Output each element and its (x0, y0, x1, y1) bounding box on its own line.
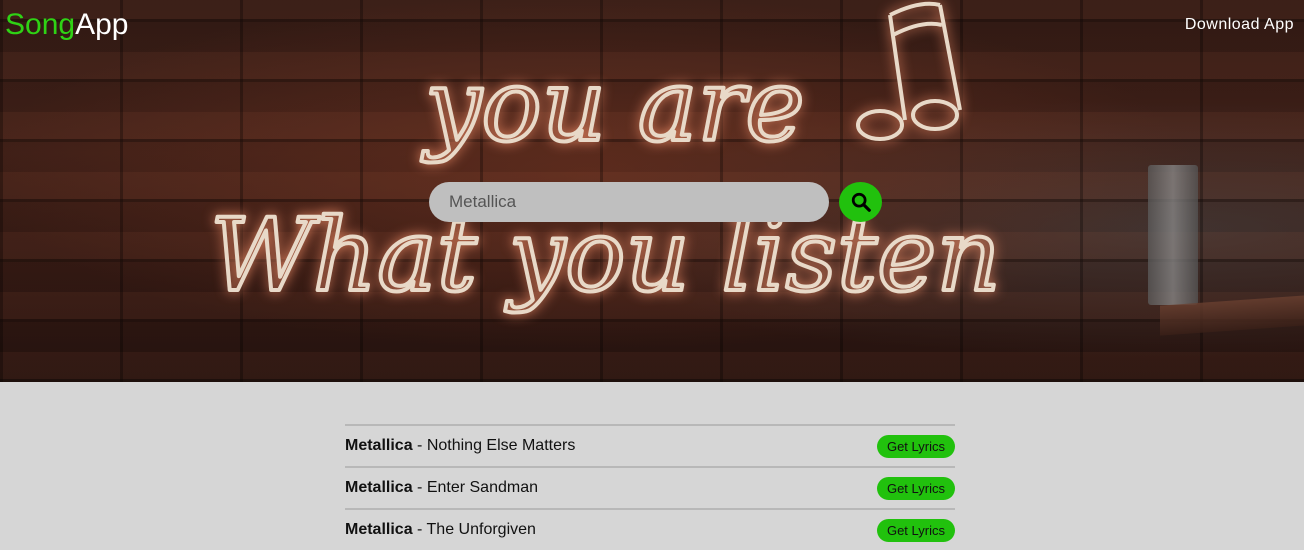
logo-app-text: App (75, 8, 129, 41)
download-app-link[interactable]: Download App (1185, 16, 1294, 34)
search-icon (851, 192, 871, 212)
search-button[interactable] (839, 182, 882, 222)
get-lyrics-button[interactable]: Get Lyrics (876, 476, 955, 500)
result-song: Enter Sandman (426, 479, 538, 496)
result-row: Metallica - Nothing Else Matters Get Lyr… (345, 424, 955, 466)
result-separator: - (412, 437, 427, 454)
result-title: Metallica - Enter Sandman (345, 479, 538, 497)
result-artist: Metallica (345, 521, 413, 538)
music-note-icon (856, 1, 962, 141)
result-separator: - (412, 521, 427, 538)
result-row: Metallica - The Unforgiven Get Lyrics (345, 508, 955, 550)
result-artist: Metallica (345, 479, 413, 496)
result-row: Metallica - Enter Sandman Get Lyrics (345, 466, 955, 508)
wall-device-image (1148, 165, 1198, 305)
neon-sign: you are What you listen to (208, 1, 1020, 316)
result-artist: Metallica (345, 437, 413, 454)
results-list: Metallica - Nothing Else Matters Get Lyr… (345, 424, 955, 550)
hero-banner: you are What you listen to SongApp Downl… (0, 0, 1304, 382)
get-lyrics-button[interactable]: Get Lyrics (876, 434, 955, 458)
result-separator: - (412, 479, 427, 496)
app-logo[interactable]: SongApp (5, 6, 128, 44)
result-title: Metallica - The Unforgiven (345, 521, 536, 539)
logo-song-text: Song (5, 8, 76, 41)
result-song: The Unforgiven (426, 521, 536, 538)
result-song: Nothing Else Matters (426, 437, 576, 454)
result-title: Metallica - Nothing Else Matters (345, 437, 575, 455)
neon-line-1: you are (421, 47, 805, 164)
search-bar (429, 182, 882, 222)
get-lyrics-button[interactable]: Get Lyrics (876, 518, 955, 542)
search-input[interactable] (429, 182, 829, 222)
